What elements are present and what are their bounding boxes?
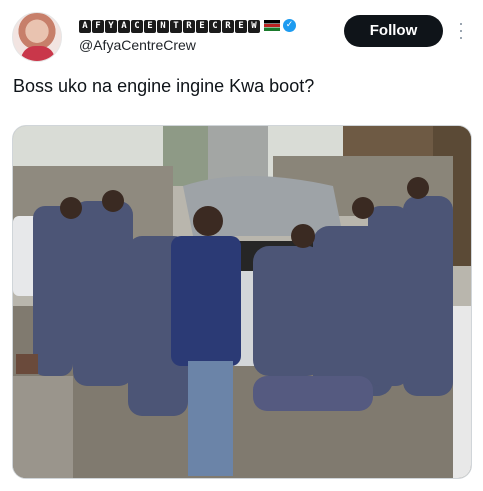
follow-button[interactable]: Follow	[344, 15, 443, 47]
display-name-letter: E	[196, 19, 208, 33]
kenya-flag-icon	[264, 19, 280, 31]
display-name-letter: W	[248, 19, 260, 33]
display-name-letter: R	[183, 19, 195, 33]
tweet-header: AFYACENTRECREW ✓ @AfyaCentreCrew Follow …	[0, 0, 483, 62]
display-name-letter: A	[79, 19, 91, 33]
author-handle[interactable]: @AfyaCentreCrew	[79, 37, 296, 53]
display-name-letter: F	[92, 19, 104, 33]
author-names: AFYACENTRECREW ✓ @AfyaCentreCrew	[79, 16, 296, 53]
display-name-letter: R	[222, 19, 234, 33]
display-name-letter: N	[157, 19, 169, 33]
display-name-letter: Y	[105, 19, 117, 33]
photo-image	[13, 126, 471, 478]
tweet-text: Boss uko na engine ingine Kwa boot?	[13, 76, 315, 96]
tweet-photo[interactable]	[12, 125, 472, 479]
display-name-letter: C	[131, 19, 143, 33]
display-name[interactable]: AFYACENTRECREW ✓	[79, 16, 296, 34]
verified-badge-icon: ✓	[283, 18, 296, 32]
display-name-letter: E	[144, 19, 156, 33]
display-name-letter: C	[209, 19, 221, 33]
more-dots-icon[interactable]: · · ·	[458, 14, 464, 46]
display-name-letter: E	[235, 19, 247, 33]
avatar[interactable]	[12, 12, 62, 62]
display-name-letters: AFYACENTRECREW	[79, 18, 261, 33]
display-name-letter: T	[170, 19, 182, 33]
display-name-letter: A	[118, 19, 130, 33]
